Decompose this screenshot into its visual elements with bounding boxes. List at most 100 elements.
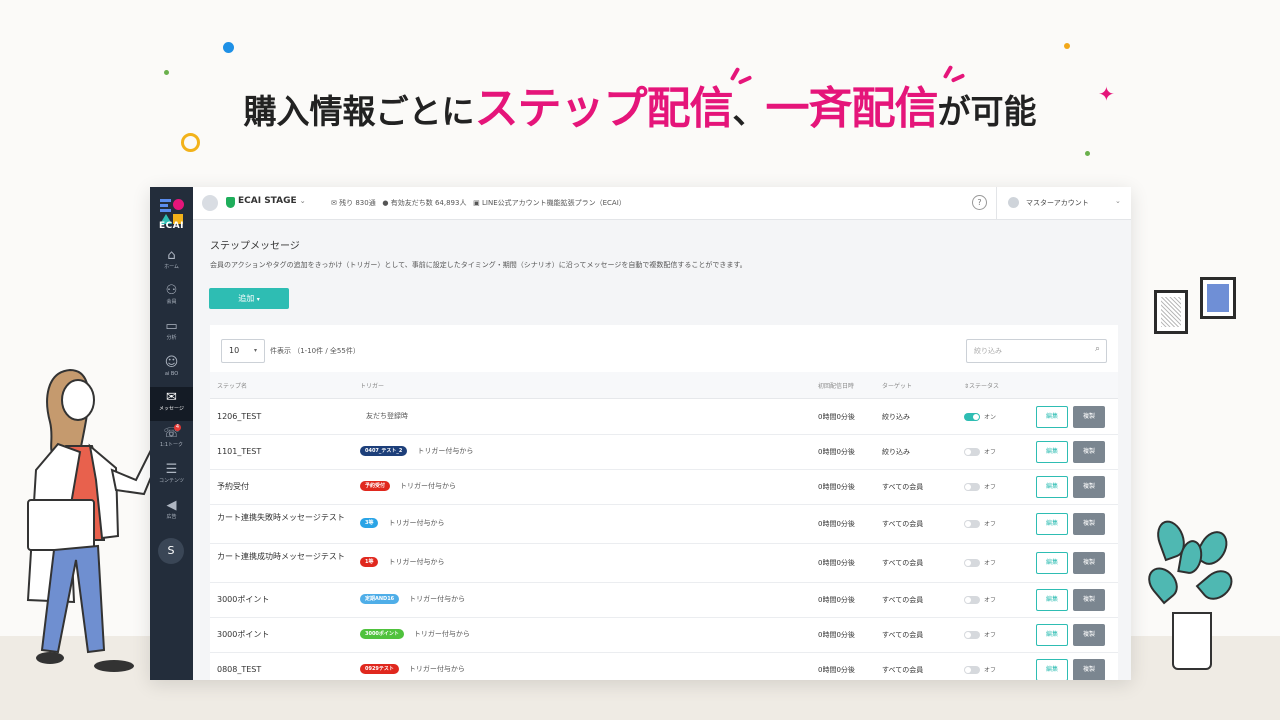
headline-part1: 購入情報ごとに bbox=[243, 92, 475, 131]
status-toggle[interactable] bbox=[964, 558, 980, 567]
sidebar-item-members[interactable]: ⚇ 会員 bbox=[150, 280, 193, 314]
user-avatar bbox=[1008, 197, 1019, 208]
copy-button[interactable]: 複製 bbox=[1073, 623, 1105, 646]
edit-button[interactable]: 編集 bbox=[1036, 440, 1068, 463]
copy-button[interactable]: 複製 bbox=[1073, 551, 1105, 574]
search-input[interactable]: 絞り込み ⌕ bbox=[966, 339, 1107, 363]
sidebar-item-aibo[interactable]: ☺ ai BO bbox=[150, 352, 193, 386]
edit-button[interactable]: 編集 bbox=[1036, 588, 1068, 611]
wall-frame bbox=[1154, 290, 1188, 334]
status-label: オフ bbox=[984, 483, 997, 491]
caret-down-icon: ▾ bbox=[253, 347, 257, 354]
header-target[interactable]: ターゲット bbox=[882, 381, 912, 390]
copy-button[interactable]: 複製 bbox=[1073, 512, 1105, 535]
trigger-label: トリガー付与から bbox=[408, 664, 465, 673]
copy-button[interactable]: 複製 bbox=[1073, 440, 1105, 463]
help-icon[interactable]: ? bbox=[972, 195, 987, 210]
edit-button[interactable]: 編集 bbox=[1036, 551, 1068, 574]
megaphone-icon: ◀ bbox=[166, 498, 177, 513]
account-selector[interactable]: ECAI STAGE ⌄ bbox=[238, 196, 306, 206]
account-name: ECAI STAGE bbox=[238, 196, 297, 206]
step-name[interactable]: 3000ポイント bbox=[217, 594, 352, 606]
copy-button[interactable]: 複製 bbox=[1073, 405, 1105, 428]
header-first-time[interactable]: 初回配信日時 bbox=[818, 381, 854, 390]
sidebar-item-label: 分析 bbox=[166, 335, 177, 341]
status-toggle[interactable] bbox=[964, 665, 980, 674]
add-button[interactable]: 追加 ▾ bbox=[209, 288, 289, 309]
table-row[interactable]: 1206_TEST 友だち登録時 0時間0分後 絞り込み オン 編集 複製 bbox=[210, 399, 1118, 435]
header-status[interactable]: ⇕ステータス bbox=[964, 381, 999, 390]
divider bbox=[996, 187, 997, 219]
notification-badge: 4 bbox=[174, 424, 181, 431]
status-toggle[interactable] bbox=[964, 630, 980, 639]
first-send-time: 0時間0分後 bbox=[818, 630, 855, 639]
copy-button[interactable]: 複製 bbox=[1073, 475, 1105, 498]
plan-label: LINE公式アカウント機能拡張プラン（ECAI） bbox=[482, 199, 626, 207]
edit-button[interactable]: 編集 bbox=[1036, 475, 1068, 498]
step-name[interactable]: カート連携失敗時メッセージテスト bbox=[217, 512, 352, 524]
table-row[interactable]: 0808_TEST 0929テスト トリガー付与から 0時間0分後 すべての会員 オフ 編集… bbox=[210, 652, 1118, 680]
table-row[interactable]: 3000ポイント 3000ポイント トリガー付与から 0時間0分後 すべての会員 オフ 編集… bbox=[210, 617, 1118, 653]
trigger-tag: 定期AND16 bbox=[360, 593, 400, 604]
user-icon: ● bbox=[382, 199, 389, 207]
trigger-cell: 定期AND16 トリガー付与から bbox=[360, 593, 466, 604]
status-toggle[interactable] bbox=[964, 447, 980, 456]
trigger-cell: 友だち登録時 bbox=[360, 411, 408, 421]
status-toggle[interactable] bbox=[964, 482, 980, 491]
table-row[interactable]: カート連携失敗時メッセージテスト 3等 トリガー付与から 0時間0分後 すべての会員 オフ… bbox=[210, 504, 1118, 544]
step-name[interactable]: カート連携成功時メッセージテスト bbox=[217, 551, 352, 563]
trigger-label: トリガー付与から bbox=[417, 446, 474, 455]
header-trigger[interactable]: トリガー bbox=[360, 381, 384, 390]
chat-icon: ☏ bbox=[163, 426, 180, 441]
status-label: オフ bbox=[984, 520, 997, 528]
avatar[interactable] bbox=[202, 195, 218, 211]
edit-button[interactable]: 編集 bbox=[1036, 658, 1068, 680]
sidebar-item-ads[interactable]: ◀ 広告 bbox=[150, 495, 193, 529]
step-name[interactable]: 1101_TEST bbox=[217, 446, 352, 458]
trigger-label: トリガー付与から bbox=[388, 518, 445, 527]
copy-button[interactable]: 複製 bbox=[1073, 658, 1105, 680]
header-name[interactable]: ステップ名 bbox=[217, 381, 247, 390]
step-name[interactable]: 1206_TEST bbox=[217, 411, 352, 423]
shopify-icon[interactable]: S bbox=[158, 538, 184, 564]
step-name[interactable]: 0808_TEST bbox=[217, 664, 352, 676]
sidebar-item-label: ホーム bbox=[164, 264, 179, 270]
step-name[interactable]: 予約受付 bbox=[217, 481, 352, 493]
plan-icon: ▣ bbox=[473, 199, 480, 207]
table-row[interactable]: 1101_TEST 0407_テスト_2 トリガー付与から 0時間0分後 絞り込み オフ 編… bbox=[210, 434, 1118, 470]
trigger-tag: 予約受付 bbox=[360, 480, 391, 491]
search-placeholder: 絞り込み bbox=[974, 347, 1002, 355]
header-status-label: ステータス bbox=[969, 383, 1000, 390]
first-send-time: 0時間0分後 bbox=[818, 595, 855, 604]
friends-count: 有効友だち数 64,893人 bbox=[390, 199, 467, 207]
edit-button[interactable]: 編集 bbox=[1036, 512, 1068, 535]
per-page-select[interactable]: 10 ▾ bbox=[221, 339, 265, 363]
sidebar-item-content[interactable]: ☰ コンテンツ bbox=[150, 459, 193, 493]
trigger-label: トリガー付与から bbox=[400, 481, 457, 490]
sidebar-item-analytics[interactable]: ▭ 分析 bbox=[150, 316, 193, 350]
mail-icon: ✉ bbox=[331, 199, 337, 207]
table-row[interactable]: 予約受付 予約受付 トリガー付与から 0時間0分後 すべての会員 オフ 編集 複製 bbox=[210, 469, 1118, 505]
user-menu[interactable]: マスターアカウント bbox=[1026, 198, 1089, 208]
trigger-tag: 0929テスト bbox=[360, 663, 399, 674]
chevron-down-icon[interactable]: ⌄ bbox=[1115, 197, 1121, 205]
status-toggle[interactable] bbox=[964, 412, 980, 421]
edit-button[interactable]: 編集 bbox=[1036, 405, 1068, 428]
step-name[interactable]: 3000ポイント bbox=[217, 629, 352, 641]
per-page-label: 件表示 （1-10件 / 全55件） bbox=[270, 347, 360, 355]
sidebar-item-chat[interactable]: 4 ☏ 1:1トーク bbox=[150, 423, 193, 457]
copy-button[interactable]: 複製 bbox=[1073, 588, 1105, 611]
sidebar-item-message[interactable]: ✉ メッセージ bbox=[150, 387, 193, 421]
trigger-tag: 0407_テスト_2 bbox=[360, 445, 408, 456]
target: すべての会員 bbox=[882, 630, 924, 639]
trigger-cell: 予約受付 トリガー付与から bbox=[360, 480, 457, 491]
sidebar-item-home[interactable]: ⌂ ホーム bbox=[150, 245, 193, 279]
target: すべての会員 bbox=[882, 665, 924, 674]
status-label: オフ bbox=[984, 596, 997, 604]
status-toggle[interactable] bbox=[964, 595, 980, 604]
table-row[interactable]: カート連携成功時メッセージテスト 1等 トリガー付与から 0時間0分後 すべての会員 オフ… bbox=[210, 543, 1118, 583]
status-toggle[interactable] bbox=[964, 519, 980, 528]
edit-button[interactable]: 編集 bbox=[1036, 623, 1068, 646]
trigger-label: トリガー付与から bbox=[409, 594, 466, 603]
table-row[interactable]: 3000ポイント 定期AND16 トリガー付与から 0時間0分後 すべての会員 オフ 編集複… bbox=[210, 582, 1118, 618]
